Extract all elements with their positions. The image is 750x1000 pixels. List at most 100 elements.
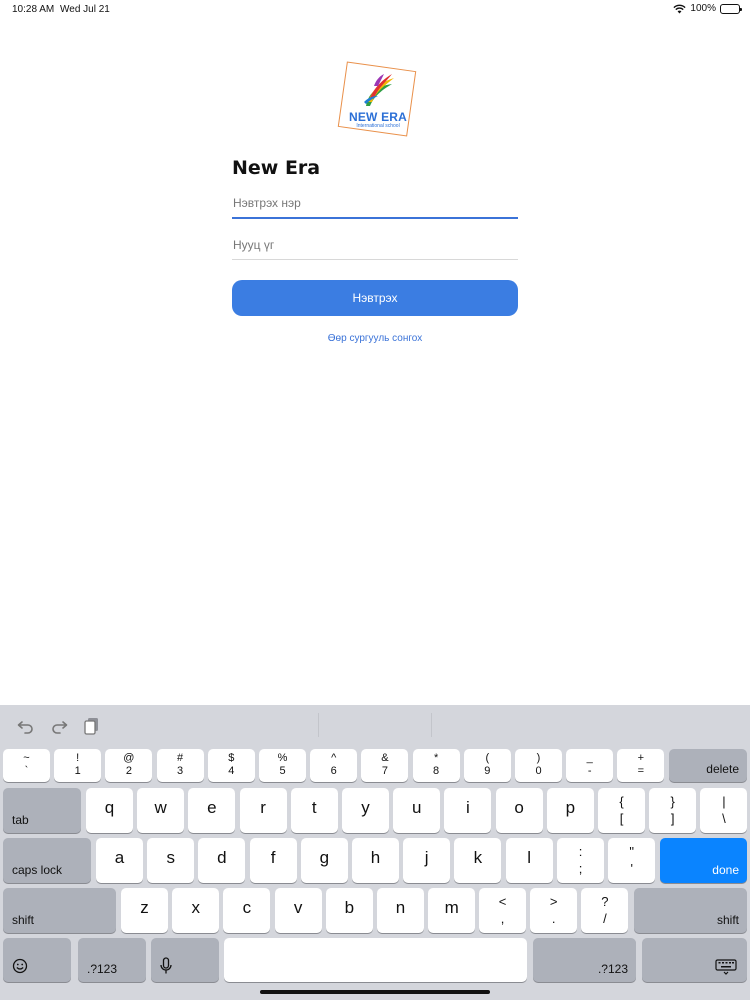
emoji-key[interactable] [3, 938, 71, 982]
key-label-bottom: 9 [484, 765, 491, 777]
key-8[interactable]: * 8 [412, 749, 460, 782]
undo-icon[interactable] [16, 715, 36, 735]
key-v[interactable]: v [274, 888, 322, 933]
key-0[interactable]: ) 0 [515, 749, 562, 782]
key-`[interactable]: ~ ` [3, 749, 50, 782]
key-label-top: + [637, 752, 645, 764]
key-4[interactable]: $4 [207, 749, 255, 782]
key-label-bottom: [ [619, 811, 624, 826]
home-indicator [260, 990, 490, 994]
key-r[interactable]: r [239, 788, 287, 833]
key-label-bottom: ; [578, 861, 583, 876]
key-z[interactable]: z [121, 888, 168, 933]
key-.[interactable]: >. [530, 888, 578, 933]
shift-left-key[interactable]: shift [3, 888, 116, 933]
key-label: l [527, 848, 531, 867]
key-s[interactable]: s [147, 838, 195, 883]
key-j[interactable]: j [403, 838, 451, 883]
key-label-bottom: ' [630, 861, 633, 876]
key-c[interactable]: c [223, 888, 271, 933]
key-7[interactable]: & 7 [361, 749, 409, 782]
key-label-bottom: ` [24, 765, 29, 777]
key-b[interactable]: b [325, 888, 373, 933]
key-\[interactable]: | \ [700, 788, 748, 833]
tab-key[interactable]: tab [3, 788, 81, 833]
dictation-key[interactable] [151, 938, 219, 982]
key-t[interactable]: t [290, 788, 338, 833]
key-k[interactable]: k [454, 838, 502, 883]
key-l[interactable]: l [505, 838, 553, 883]
school-logo: NEW ERA International school [336, 60, 420, 140]
key-w[interactable]: w [137, 788, 185, 833]
key-label: z [140, 898, 149, 917]
numbers-key-label: .?123 [87, 962, 118, 976]
key-f[interactable]: f [249, 838, 297, 883]
key-n[interactable]: n [377, 888, 424, 933]
key-[[interactable]: {[ [598, 788, 645, 833]
key-label-top: > [549, 894, 558, 909]
key-'[interactable]: " ' [608, 838, 656, 883]
caps-lock-key[interactable]: caps lock [3, 838, 91, 883]
key-u[interactable]: u [393, 788, 441, 833]
key-/[interactable]: ? / [581, 888, 629, 933]
key-a[interactable]: a [96, 838, 143, 883]
key-label: y [361, 798, 370, 817]
key-5[interactable]: % 5 [259, 749, 306, 782]
key-h[interactable]: h [352, 838, 399, 883]
key-x[interactable]: x [172, 888, 220, 933]
key-g[interactable]: g [300, 838, 348, 883]
tab-key-label: tab [12, 813, 29, 827]
key-9[interactable]: (9 [463, 749, 511, 782]
key-;[interactable]: :; [557, 838, 604, 883]
key-q[interactable]: q [86, 788, 133, 833]
key-label-bottom: . [551, 911, 556, 926]
key-i[interactable]: i [444, 788, 492, 833]
numbers-key-right[interactable]: .?123 [533, 938, 636, 982]
select-other-school-link[interactable]: Өөр сургууль сонгох [232, 333, 518, 344]
key-label-top: ! [76, 752, 80, 764]
done-key-label: done [712, 863, 739, 877]
key-3[interactable]: #3 [156, 749, 204, 782]
username-input[interactable] [232, 189, 518, 219]
status-date: Wed Jul 21 [60, 4, 110, 15]
caps-lock-key-label: caps lock [12, 863, 63, 877]
done-key[interactable]: done [660, 838, 747, 883]
key-label-top: _ [586, 752, 593, 764]
key--[interactable]: _ - [566, 749, 614, 782]
key-label: q [104, 798, 115, 817]
numbers-key-left[interactable]: .?123 [78, 938, 146, 982]
key-=[interactable]: + = [617, 749, 665, 782]
key-2[interactable]: @2 [105, 749, 153, 782]
key-p[interactable]: p [546, 788, 594, 833]
delete-key[interactable]: delete [669, 749, 747, 782]
battery-percent: 100% [690, 3, 716, 14]
key-label-top: < [498, 894, 507, 909]
key-d[interactable]: d [198, 838, 246, 883]
toolbar-divider [431, 713, 432, 737]
password-input[interactable] [232, 230, 518, 260]
redo-icon[interactable] [49, 715, 69, 735]
paste-icon[interactable] [82, 715, 102, 735]
key-6[interactable]: ^ 6 [310, 749, 358, 782]
key-label-top: % [277, 752, 288, 764]
hide-keyboard-key[interactable] [642, 938, 747, 982]
key-y[interactable]: y [342, 788, 389, 833]
key-label-bottom: 6 [330, 765, 337, 777]
key-o[interactable]: o [495, 788, 543, 833]
key-label-bottom: 0 [535, 765, 542, 777]
shift-right-key[interactable]: shift [634, 888, 747, 933]
key-][interactable]: }] [649, 788, 697, 833]
key-label: e [207, 798, 217, 817]
key-label-bottom: 4 [228, 765, 235, 777]
login-button[interactable]: Нэвтрэх [232, 280, 518, 316]
key-label: p [565, 798, 576, 817]
key-1[interactable]: ! 1 [54, 749, 102, 782]
key-m[interactable]: m [428, 888, 476, 933]
delete-key-label: delete [706, 762, 739, 776]
space-key[interactable] [224, 938, 527, 982]
key-label-bottom: 2 [125, 765, 132, 777]
key-label-top: { [619, 794, 624, 809]
numbers-key-label: .?123 [597, 962, 628, 976]
key-,[interactable]: <, [479, 888, 526, 933]
key-e[interactable]: e [188, 788, 236, 833]
